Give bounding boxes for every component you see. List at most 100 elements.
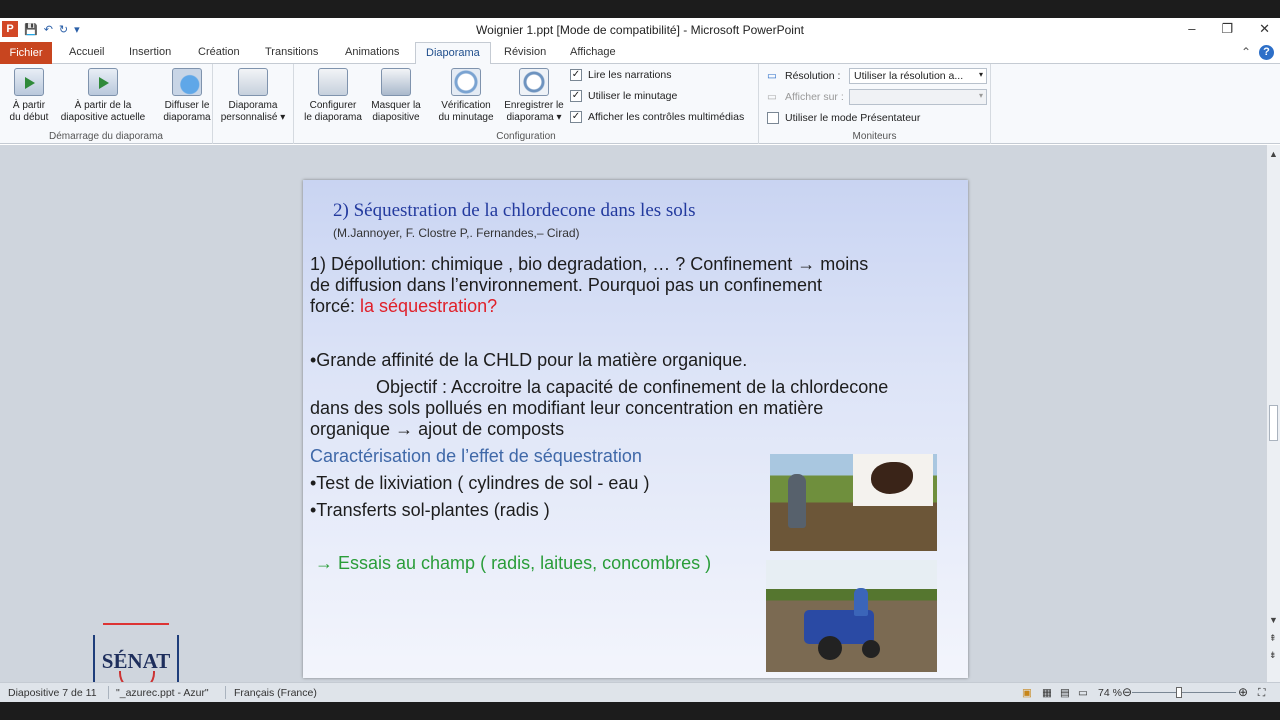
rehearse-timings-button[interactable]: Vérification du minutage [433,68,499,124]
from-start-label-1: À partir [12,100,46,111]
rehearse-label-1: Vérification [441,100,491,111]
field-work-photo [770,454,937,551]
zoom-slider-knob[interactable] [1176,687,1182,698]
presenter-mode-checkbox[interactable] [767,112,779,124]
window-controls: – ❐ ✕ [1188,21,1270,37]
checkbox-checked-icon: ✓ [570,90,582,102]
broadcast-globe-icon [172,68,202,96]
tab-insertion[interactable]: Insertion [129,46,171,58]
slide-canvas[interactable]: 2) Séquestration de la chlordecone dans … [303,180,968,678]
record-label-1: Enregistrer le [504,100,564,111]
rehearse-label-2: du minutage [438,112,494,123]
use-timings-checkbox[interactable]: ✓ Utiliser le minutage [570,90,677,102]
powerpoint-window: P 💾 ↶ ↻ ▾ Woignier 1.ppt [Mode de compat… [0,18,1280,702]
record-slideshow-button[interactable]: Enregistrer le diaporama ▾ [499,68,569,124]
clock-icon [451,68,481,96]
group-configuration-label: Configuration [496,131,556,142]
normal-view-icon[interactable]: ▣ [1022,687,1032,699]
custom-label-1: Diaporama [228,100,278,111]
chevron-down-icon: ▾ [978,70,983,79]
close-button[interactable]: ✕ [1259,21,1270,37]
play-narrations-checkbox[interactable]: ✓ Lire les narrations [570,69,671,81]
zoom-level[interactable]: 74 % [1098,687,1122,699]
chevron-down-icon: ▾ [978,91,983,100]
slideshow-view-icon[interactable]: ▭ [1078,687,1088,699]
record-label-2: diaporama ▾ [506,112,562,123]
slide-workspace: 2) Séquestration de la chlordecone dans … [0,145,1266,701]
hide-label-2: diapositive [372,112,420,123]
status-divider [108,686,109,699]
tab-affichage[interactable]: Affichage [570,46,616,58]
checkbox-checked-icon: ✓ [570,69,582,81]
language[interactable]: Français (France) [234,687,317,699]
tab-fichier[interactable]: Fichier [0,42,52,64]
slideshow-current-icon [88,68,118,96]
broadcast-button[interactable]: Diffuser le diaporama [160,68,214,124]
bottom-black-band [0,702,1280,720]
group-moniteurs-label: Moniteurs [852,131,897,142]
slideshow-play-icon [14,68,44,96]
hide-slide-icon [381,68,411,96]
tab-creation[interactable]: Création [198,46,240,58]
ribbon: À partir du début À partir de la diaposi… [0,64,1280,144]
group-demarrage-label: Démarrage du diaporama [49,131,163,142]
para1-line1: 1) Dépollution: chimique , bio degradati… [310,254,869,274]
broadcast-label-2: diaporama [163,112,211,123]
resolution-dropdown[interactable]: Utiliser la résolution a... ▾ [849,68,987,84]
zoom-slider[interactable] [1132,692,1236,693]
zoom-in-icon[interactable]: ⊕ [1238,685,1248,699]
slide-number: Diapositive 7 de 11 [8,687,97,699]
tab-animations[interactable]: Animations [345,46,399,58]
next-slide-icon[interactable]: ⇟ [1269,650,1277,661]
group-moniteurs: ▭ Résolution : Utiliser la résolution a.… [759,64,991,144]
logo-red-bar [103,623,169,625]
previous-slide-icon[interactable]: ⇞ [1269,633,1277,644]
tractor-wheel-rear [818,636,842,660]
group-configuration: Configurer le diaporama Masquer la diapo… [293,64,759,144]
top-black-band [0,0,1280,18]
tab-transitions[interactable]: Transitions [265,46,318,58]
monitor-icon: ▭ [767,70,777,82]
minimize-button[interactable]: – [1188,21,1195,37]
setup-label-2: le diaporama [304,112,362,123]
scroll-up-icon[interactable]: ▲ [1269,149,1278,159]
show-media-controls-checkbox[interactable]: ✓ Afficher les contrôles multimédias [570,111,744,123]
tab-diaporama[interactable]: Diaporama [415,42,491,65]
custom-slideshow-button[interactable]: Diaporama personnalisé ▾ [215,68,291,124]
status-divider [225,686,226,699]
zoom-out-icon[interactable]: ⊖ [1122,685,1132,699]
minimize-ribbon-icon[interactable]: ⌃ [1241,45,1251,60]
scroll-down-icon[interactable]: ▼ [1269,615,1278,625]
help-icon[interactable]: ? [1259,45,1274,60]
window-title: Woignier 1.ppt [Mode de compatibilité] -… [476,23,804,37]
slide-authors: (M.Jannoyer, F. Clostre P,. Fernandes,– … [333,226,580,240]
scroll-thumb[interactable] [1269,405,1278,441]
hide-slide-button[interactable]: Masquer la diapositive [366,68,426,124]
tab-revision[interactable]: Révision [504,46,546,58]
hide-label-1: Masquer la [371,100,421,111]
show-on-dropdown[interactable]: ▾ [849,89,987,105]
fit-slide-icon[interactable]: ⛶ [1258,687,1265,700]
show-media-controls-label: Afficher les contrôles multimédias [588,111,745,123]
custom-label-2: personnalisé ▾ [220,112,286,123]
presenter-mode-label: Utiliser le mode Présentateur [785,112,921,124]
tractor-photo [766,560,937,672]
slide-sorter-icon[interactable]: ▦ [1042,687,1052,699]
theme-name[interactable]: "_azurec.ppt - Azur" [116,687,209,699]
use-timings-label: Utiliser le minutage [588,90,678,102]
setup-slideshow-button[interactable]: Configurer le diaporama [298,68,368,124]
vertical-scrollbar[interactable]: ▲ ▼ ⇞ ⇟ [1266,145,1280,683]
tab-accueil[interactable]: Accueil [69,46,104,58]
slide-title: 2) Séquestration de la chlordecone dans … [333,200,696,221]
reading-view-icon[interactable]: ▤ [1060,687,1070,699]
setup-icon [318,68,348,96]
ribbon-tabs: Fichier Accueil Insertion Création Trans… [0,42,1280,65]
restore-button[interactable]: ❐ [1221,21,1233,37]
custom-slideshow-icon [238,68,268,96]
para1-highlight: la séquestration? [360,296,498,316]
objectif-line3: organique → ajout de composts [310,419,565,439]
from-start-button[interactable]: À partir du début [4,68,54,124]
tabs-right-tools: ⌃ ? [1241,45,1274,60]
bullet-affinite: •Grande affinité de la CHLD pour la mati… [310,350,748,370]
from-current-button[interactable]: À partir de la diapositive actuelle [55,68,151,124]
